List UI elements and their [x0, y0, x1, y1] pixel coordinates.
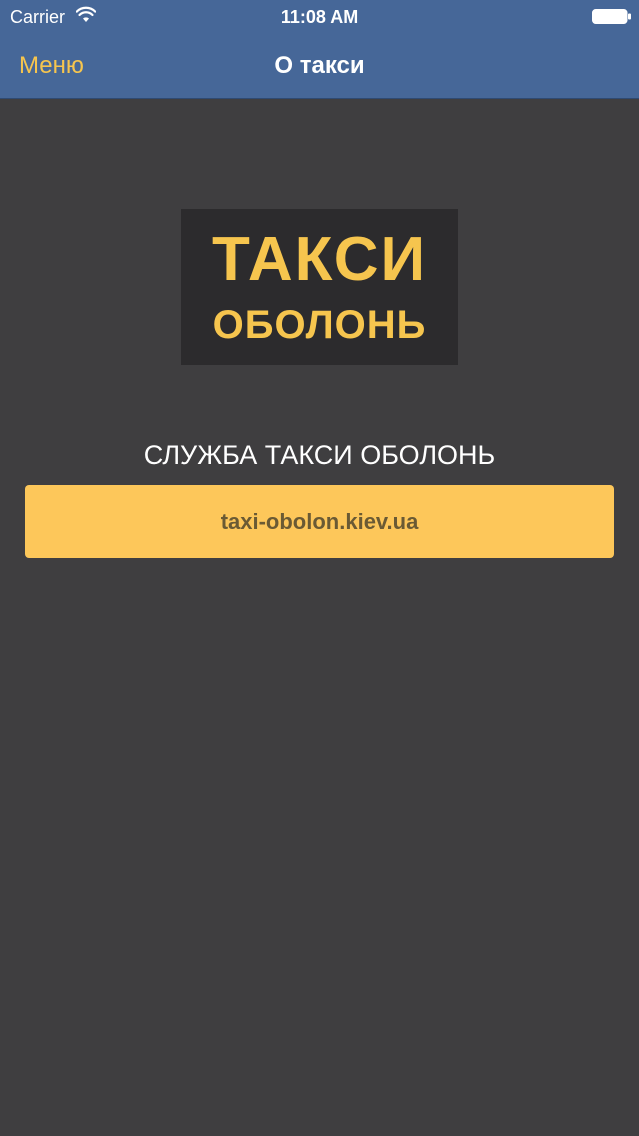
logo-line-taxi: ТАКСИ — [211, 225, 428, 294]
page-title: О такси — [274, 52, 365, 79]
status-bar: Carrier 11:08 AM — [0, 0, 639, 34]
taxi-obolon-logo: ТАКСИ ОБОЛОНЬ — [181, 209, 458, 365]
logo-line-obolon: ОБОЛОНЬ — [212, 303, 427, 347]
service-title: СЛУЖБА ТАКСИ ОБОЛОНЬ — [143, 440, 496, 470]
top-bar: Carrier 11:08 AM Меню О такси — [0, 0, 639, 99]
navigation-bar: Меню О такси — [0, 34, 639, 98]
battery-icon — [592, 9, 631, 24]
website-link-button[interactable]: taxi-obolon.kiev.ua — [25, 485, 614, 558]
status-time: 11:08 AM — [280, 7, 359, 27]
